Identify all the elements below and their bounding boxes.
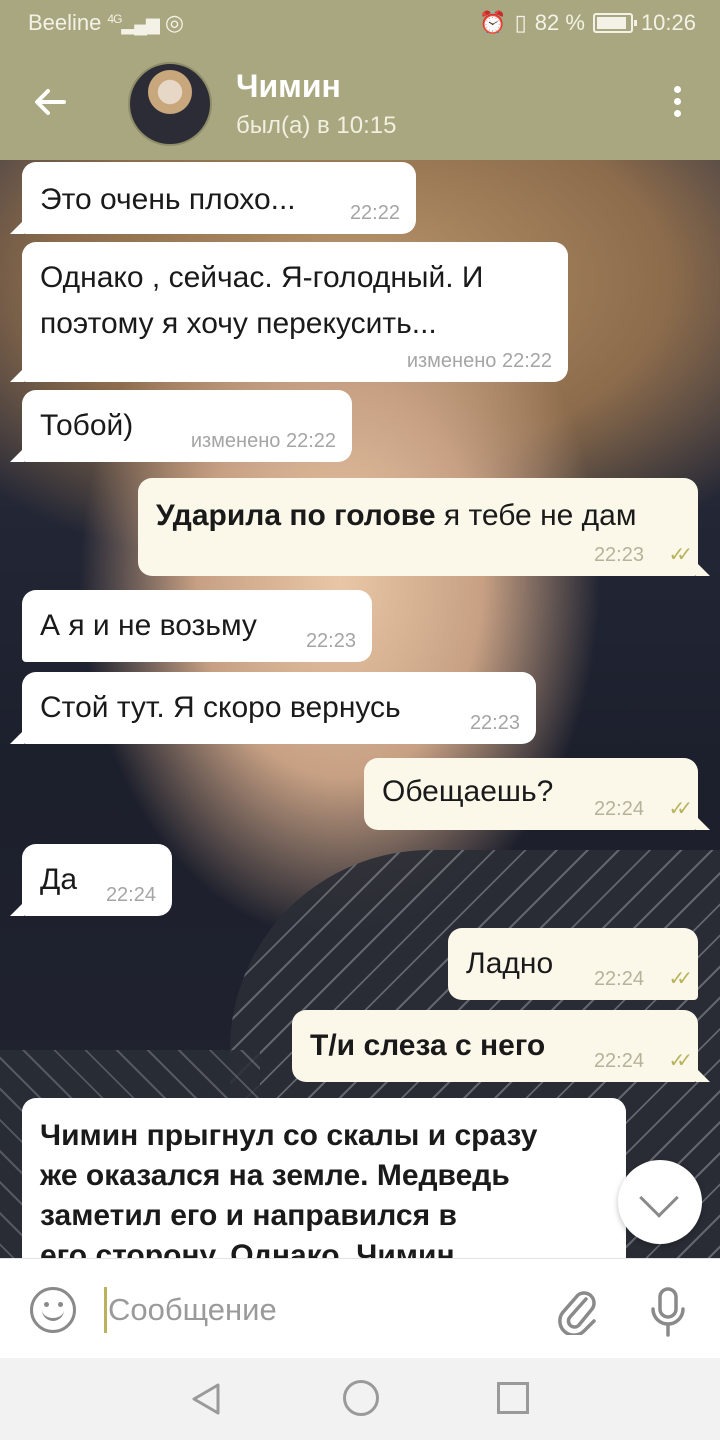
message-text: А я и не возьму (40, 609, 257, 642)
message-bubble[interactable]: Ударила по голове я тебе не дам 22:23 ✓✓ (138, 478, 698, 576)
message-plain-text: я тебе не дам (435, 499, 637, 532)
message-time: 22:24 (593, 798, 644, 820)
nav-home-icon[interactable] (343, 1380, 379, 1416)
message-bubble[interactable]: Однако , сейчас. Я-голодный. И поэтому я… (22, 242, 568, 382)
battery-percent: 82 % (534, 10, 585, 35)
message-text: Обещаешь? (382, 775, 554, 808)
message-time: 22:22 (349, 202, 400, 224)
alarm-icon: ⏰ (479, 10, 507, 35)
nav-recent-apps-icon[interactable] (497, 1382, 529, 1414)
paperclip-icon[interactable] (556, 1287, 600, 1337)
scroll-down-button[interactable] (618, 1160, 702, 1244)
message-text-line: заметил его и направился в (40, 1199, 457, 1232)
text-cursor (104, 1287, 107, 1333)
message-bubble[interactable]: Т/и слеза с него 22:24 ✓✓ (292, 1010, 698, 1082)
message-bubble[interactable]: Это очень плохо... 22:22 (22, 162, 416, 234)
message-bubble[interactable]: Ладно 22:24 ✓✓ (448, 928, 698, 1000)
avatar[interactable] (128, 62, 212, 146)
carrier-label: Beeline (28, 10, 102, 35)
read-check-icon: ✓✓ (668, 968, 692, 990)
message-time: изменено 22:22 (406, 350, 552, 372)
message-bubble[interactable]: Да 22:24 (22, 844, 172, 916)
message-time: 22:24 (593, 968, 644, 990)
message-text: Стой тут. Я скоро вернусь (40, 691, 401, 724)
signal-icon: 4G▂▄▆ (107, 11, 159, 34)
read-check-icon: ✓✓ (668, 544, 692, 566)
microphone-icon[interactable] (648, 1285, 688, 1339)
vibrate-icon: ▯ (514, 10, 527, 35)
more-vert-icon[interactable] (670, 86, 684, 126)
message-bubble[interactable]: Обещаешь? 22:24 ✓✓ (364, 758, 698, 830)
message-text: Т/и слеза с него (310, 1029, 546, 1062)
chevron-down-icon (639, 1178, 679, 1218)
message-text-line: его сторону. Однако, Чимин (40, 1239, 455, 1258)
read-check-icon: ✓✓ (668, 1050, 692, 1072)
message-text: Да (40, 863, 78, 896)
message-time: 22:24 (105, 884, 156, 906)
nav-back-icon[interactable] (190, 1382, 222, 1416)
message-composer (0, 1258, 720, 1358)
message-text: Ударила по голове я тебе не дам (156, 496, 636, 536)
message-text: Ладно (466, 947, 554, 980)
message-bubble[interactable]: Тобой) изменено 22:22 (22, 390, 352, 462)
system-nav-bar (0, 1358, 720, 1440)
message-text: Тобой) (40, 409, 134, 442)
whatsapp-icon: ◎ (164, 10, 185, 35)
message-time: 22:24 (593, 1050, 644, 1072)
message-bubble[interactable]: Стой тут. Я скоро вернусь 22:23 (22, 672, 536, 744)
smiley-icon[interactable] (30, 1287, 76, 1333)
message-text-line: же оказался на земле. Медведь (40, 1159, 510, 1192)
message-bold-text: Ударила по голове (156, 499, 436, 532)
message-text-line: Чимин прыгнул со скалы и сразу (40, 1119, 538, 1152)
message-time: 22:23 (593, 544, 644, 566)
message-time: 22:23 (469, 712, 520, 734)
message-bubble[interactable]: Чимин прыгнул со скалы и сразу же оказал… (22, 1098, 626, 1258)
chat-area[interactable]: Это очень плохо... 22:22 Однако , сейчас… (0, 160, 720, 1258)
message-text-line: Однако , сейчас. Я-голодный. И (40, 261, 484, 294)
read-check-icon: ✓✓ (668, 798, 692, 820)
chat-header: Чимин был(а) в 10:15 (0, 48, 720, 160)
message-bubble[interactable]: А я и не возьму 22:23 (22, 590, 372, 662)
network-type: 4G (107, 11, 122, 26)
message-time: изменено 22:22 (190, 430, 336, 452)
message-text: Это очень плохо... (40, 183, 296, 216)
message-input[interactable] (108, 1283, 528, 1337)
contact-name[interactable]: Чимин (236, 68, 341, 105)
message-time: 22:23 (305, 630, 356, 652)
clock: 10:26 (640, 10, 696, 35)
back-arrow-icon[interactable] (30, 82, 78, 126)
last-seen-status: был(а) в 10:15 (236, 112, 397, 139)
battery-icon (592, 13, 637, 33)
message-text-line: поэтому я хочу перекусить... (40, 307, 437, 340)
status-bar: Beeline 4G▂▄▆ ◎ ⏰ ▯ 82 % 10:26 (0, 0, 720, 48)
